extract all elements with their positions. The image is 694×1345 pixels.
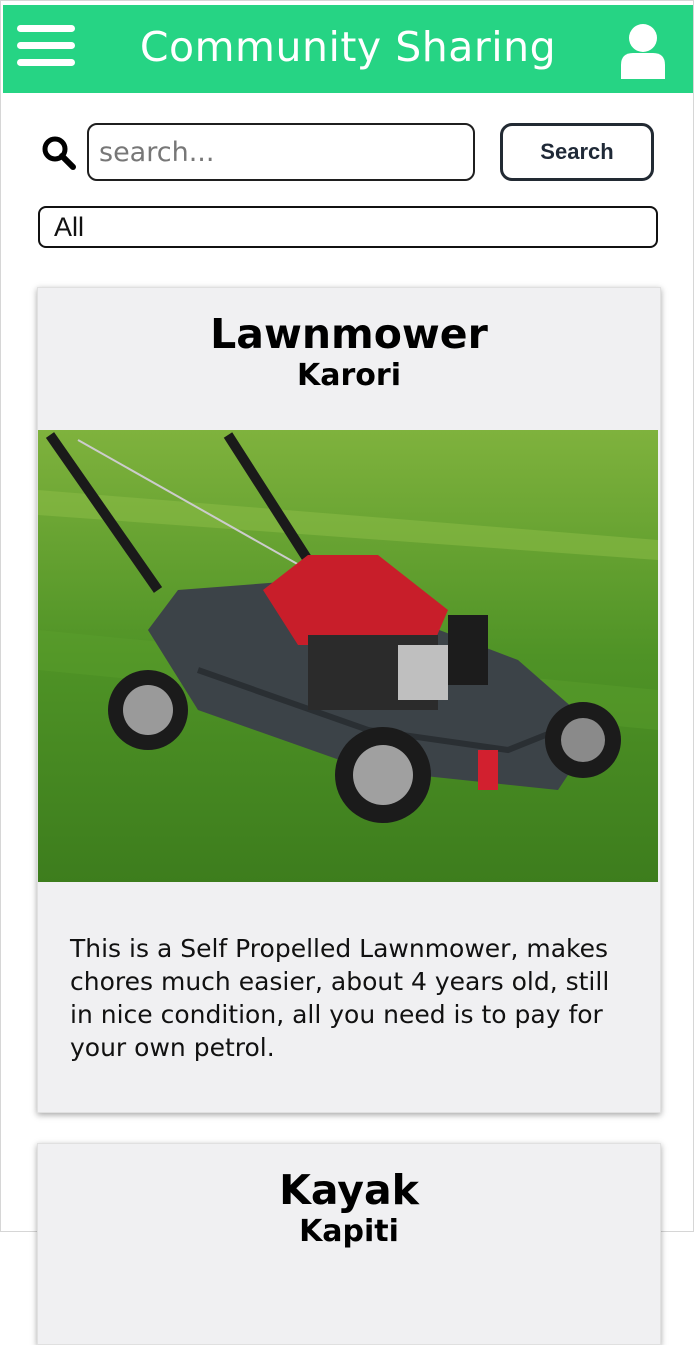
search-button[interactable]: Search	[500, 123, 654, 181]
user-icon[interactable]	[617, 23, 669, 79]
listing-location: Karori	[297, 358, 401, 393]
app-title: Community Sharing	[139, 23, 557, 71]
listing-card[interactable]: Lawnmower Karori This is a Self Propelle…	[37, 287, 661, 1113]
search-icon	[41, 135, 77, 171]
listing-title: Lawnmower	[210, 310, 488, 358]
top-app-bar: Community Sharing	[3, 5, 693, 93]
category-filter-value: All	[54, 212, 85, 242]
category-filter-select[interactable]: All	[38, 206, 658, 248]
listing-description: This is a Self Propelled Lawnmower, make…	[70, 934, 610, 1062]
lawnmower-photo	[38, 430, 658, 882]
search-input[interactable]	[87, 123, 475, 181]
listing-card[interactable]: Kayak Kapiti	[37, 1143, 661, 1345]
listing-title: Kayak	[279, 1166, 419, 1214]
